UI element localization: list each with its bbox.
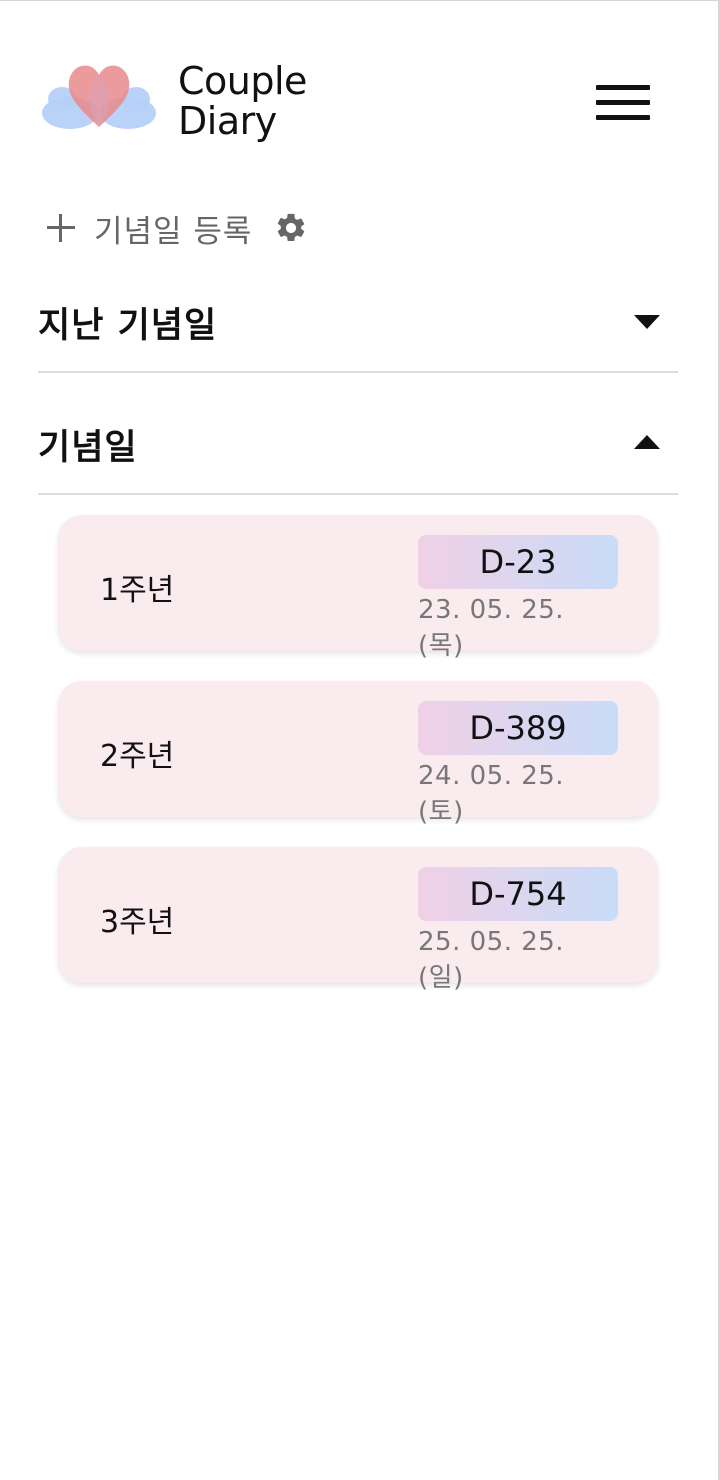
logo-line-couple: Couple [178,59,307,103]
dday-badge: D-23 [418,535,618,589]
hamburger-menu-icon[interactable] [596,85,650,121]
anniversaries-title: 기념일 [38,428,138,468]
anniversary-date: 25. 05. 25.(일) [418,927,565,993]
anniversary-card[interactable]: 3주년 D-754 25. 05. 25.(일) [58,847,658,993]
past-anniversaries-title: 지난 기념일 [38,306,218,346]
anniversary-name: 1주년 [100,573,175,608]
dday-badge: D-389 [418,701,618,755]
logo-line-diary: Diary [178,99,277,143]
menu-bar [596,115,650,120]
dday-badge: D-754 [418,867,618,921]
heart-clouds-logo-icon[interactable] [40,57,158,133]
gear-icon[interactable] [274,211,308,245]
anniversary-card[interactable]: 2주년 D-389 24. 05. 25.(토) [58,681,658,827]
add-anniversary-label: 기념일 등록 [94,213,253,250]
app-logo-text: Couple Diary [178,61,307,141]
anniversaries-section[interactable]: 기념일 [38,373,678,495]
add-anniversary-button[interactable]: 기념일 등록 [44,205,308,251]
anniversary-name: 3주년 [100,905,175,940]
app-screen: Couple Diary 기념일 등록 지난 기념일 기념일 1주년 D-23 … [0,0,720,1480]
menu-bar [596,85,650,90]
anniversary-card[interactable]: 1주년 D-23 23. 05. 25.(목) [58,515,658,661]
app-header: Couple Diary [0,1,716,181]
past-anniversaries-section[interactable]: 지난 기념일 [38,251,678,373]
caret-down-icon[interactable] [634,315,660,329]
menu-bar [596,100,650,105]
plus-icon [44,211,78,245]
anniversary-name: 2주년 [100,739,175,774]
caret-up-icon[interactable] [634,435,660,449]
anniversary-date: 24. 05. 25.(토) [418,761,565,827]
anniversary-date: 23. 05. 25.(목) [418,595,565,661]
